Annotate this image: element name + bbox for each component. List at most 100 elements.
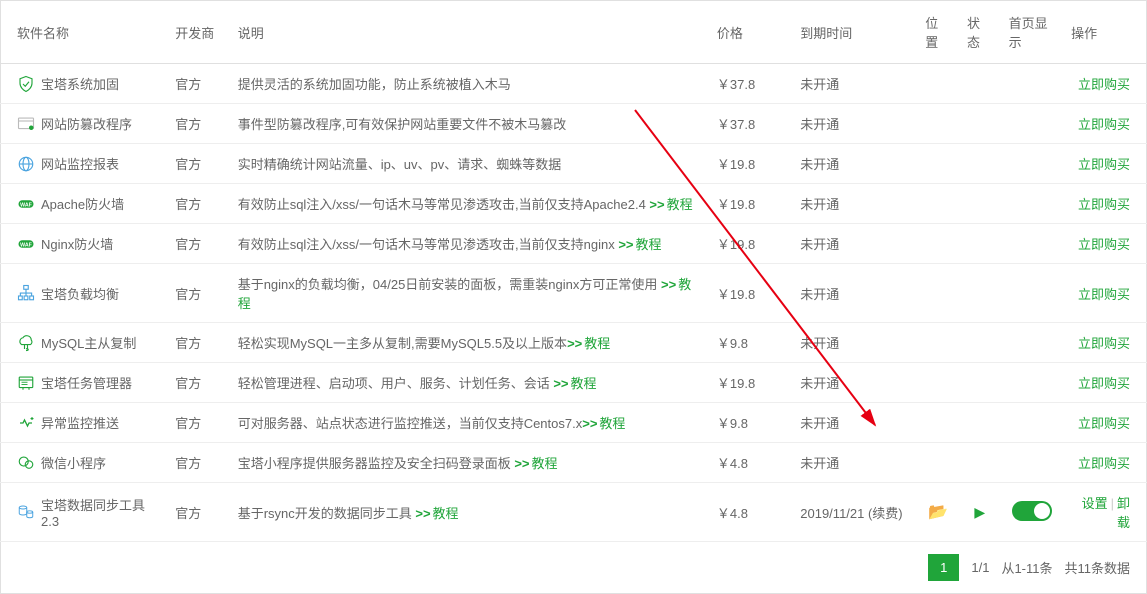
expire-time: 未开通: [792, 363, 917, 403]
software-table: 软件名称 开发商 说明 价格 到期时间 位置 状态 首页显示 操作 宝塔系统加固…: [0, 0, 1147, 542]
developer: 官方: [167, 363, 230, 403]
tutorial-link[interactable]: 教程: [532, 456, 558, 471]
header-status: 状态: [959, 1, 1001, 64]
price: ￥19.8: [709, 363, 792, 403]
header-pos: 位置: [917, 1, 959, 64]
header-home: 首页显示: [1001, 1, 1064, 64]
task-icon: [17, 374, 35, 392]
description-text: 实时精确统计网站流量、ip、uv、pv、请求、蜘蛛等数据: [238, 157, 562, 172]
price: ￥37.8: [709, 104, 792, 144]
buy-link[interactable]: 立即购买: [1078, 456, 1130, 471]
description-text: 轻松实现MySQL一主多从复制,需要MySQL5.5及以上版本: [238, 336, 567, 351]
developer: 官方: [167, 264, 230, 323]
developer: 官方: [167, 184, 230, 224]
window-icon: [17, 115, 35, 133]
buy-link[interactable]: 立即购买: [1078, 117, 1130, 132]
software-name: 宝塔系统加固: [41, 74, 119, 93]
buy-link[interactable]: 立即购买: [1078, 157, 1130, 172]
settings-link[interactable]: 设置: [1082, 496, 1108, 511]
developer: 官方: [167, 443, 230, 483]
header-action: 操作: [1063, 1, 1146, 64]
software-name: MySQL主从复制: [41, 333, 136, 352]
table-row: 微信小程序官方宝塔小程序提供服务器监控及安全扫码登录面板 >>教程￥4.8未开通…: [1, 443, 1147, 483]
uninstall-link[interactable]: 卸载: [1117, 496, 1130, 530]
chevron-icon: >>: [649, 197, 664, 212]
chevron-icon: >>: [618, 237, 633, 252]
table-header-row: 软件名称 开发商 说明 价格 到期时间 位置 状态 首页显示 操作: [1, 1, 1147, 64]
chevron-icon: >>: [567, 336, 582, 351]
buy-link[interactable]: 立即购买: [1078, 376, 1130, 391]
table-row: WAFNginx防火墙官方有效防止sql注入/xss/一句话木马等常见渗透攻击,…: [1, 224, 1147, 264]
description-text: 有效防止sql注入/xss/一句话木马等常见渗透攻击,当前仅支持Apache2.…: [238, 197, 650, 212]
header-price: 价格: [709, 1, 792, 64]
chevron-icon: >>: [661, 277, 676, 292]
waf-icon: WAF: [17, 235, 35, 253]
table-row: 宝塔系统加固官方提供灵活的系统加固功能，防止系统被植入木马￥37.8未开通立即购…: [1, 64, 1147, 104]
price: ￥19.8: [709, 144, 792, 184]
expire-time: 未开通: [792, 323, 917, 363]
page-current-button[interactable]: 1: [928, 554, 959, 581]
chevron-icon: >>: [553, 376, 568, 391]
buy-link[interactable]: 立即购买: [1078, 77, 1130, 92]
table-row: WAFApache防火墙官方有效防止sql注入/xss/一句话木马等常见渗透攻击…: [1, 184, 1147, 224]
software-name: 宝塔任务管理器: [41, 373, 132, 392]
developer: 官方: [167, 483, 230, 542]
chevron-icon: >>: [582, 416, 597, 431]
tutorial-link[interactable]: 教程: [599, 416, 625, 431]
tutorial-link[interactable]: 教程: [584, 336, 610, 351]
tutorial-link[interactable]: 教程: [571, 376, 597, 391]
expire-time: 未开通: [792, 264, 917, 323]
tutorial-link[interactable]: 教程: [667, 197, 693, 212]
tutorial-link[interactable]: 教程: [636, 237, 662, 252]
expire-time: 未开通: [792, 443, 917, 483]
dbsync-icon: [17, 503, 35, 521]
description-text: 提供灵活的系统加固功能，防止系统被植入木马: [238, 77, 511, 92]
description-text: 事件型防篡改程序,可有效保护网站重要文件不被木马篡改: [238, 117, 567, 132]
home-toggle[interactable]: [1012, 501, 1052, 521]
table-row: 网站防篡改程序官方事件型防篡改程序,可有效保护网站重要文件不被木马篡改￥37.8…: [1, 104, 1147, 144]
buy-link[interactable]: 立即购买: [1078, 287, 1130, 302]
folder-icon[interactable]: 📂: [928, 504, 948, 521]
balance-icon: [17, 284, 35, 302]
description-text: 轻松管理进程、启动项、用户、服务、计划任务、会话: [238, 376, 554, 391]
price: ￥4.8: [709, 483, 792, 542]
buy-link[interactable]: 立即购买: [1078, 237, 1130, 252]
waf-icon: WAF: [17, 195, 35, 213]
buy-link[interactable]: 立即购买: [1078, 416, 1130, 431]
price: ￥9.8: [709, 403, 792, 443]
price: ￥19.8: [709, 184, 792, 224]
buy-link[interactable]: 立即购买: [1078, 336, 1130, 351]
table-row: MySQL主从复制 官方轻松实现MySQL一主多从复制,需要MySQL5.5及以上…: [1, 323, 1147, 363]
header-dev: 开发商: [167, 1, 230, 64]
developer: 官方: [167, 144, 230, 184]
svg-text:WAF: WAF: [20, 242, 32, 248]
table-row: 宝塔数据同步工具 2.3官方基于rsync开发的数据同步工具 >>教程￥4.82…: [1, 483, 1147, 542]
globe-icon: [17, 155, 35, 173]
software-name: 宝塔负载均衡: [41, 284, 119, 303]
clouddb-icon: [17, 334, 35, 352]
tutorial-link[interactable]: 教程: [433, 506, 459, 521]
software-name: 微信小程序: [41, 453, 106, 472]
expire-time: 未开通: [792, 184, 917, 224]
description-text: 可对服务器、站点状态进行监控推送，当前仅支持Centos7.x: [238, 416, 583, 431]
buy-link[interactable]: 立即购买: [1078, 197, 1130, 212]
expire-time: 未开通: [792, 104, 917, 144]
developer: 官方: [167, 104, 230, 144]
developer: 官方: [167, 323, 230, 363]
table-row: 网站监控报表官方实时精确统计网站流量、ip、uv、pv、请求、蜘蛛等数据￥19.…: [1, 144, 1147, 184]
bell-icon: [17, 414, 35, 432]
table-row: 宝塔负载均衡官方基于nginx的负载均衡，04/25日前安装的面板，需重装ngi…: [1, 264, 1147, 323]
play-icon[interactable]: ▶: [974, 504, 985, 520]
page-range: 从1-11条: [1001, 558, 1052, 577]
header-desc: 说明: [230, 1, 709, 64]
expire-time: 未开通: [792, 144, 917, 184]
table-row: 宝塔任务管理器 官方轻松管理进程、启动项、用户、服务、计划任务、会话 >>教程 ￥1…: [1, 363, 1147, 403]
chevron-icon: >>: [514, 456, 529, 471]
description-text: 基于rsync开发的数据同步工具: [238, 506, 416, 521]
developer: 官方: [167, 403, 230, 443]
price: ￥9.8: [709, 323, 792, 363]
developer: 官方: [167, 224, 230, 264]
software-name: Nginx防火墙: [41, 234, 113, 253]
expire-time: 未开通: [792, 64, 917, 104]
price: ￥4.8: [709, 443, 792, 483]
